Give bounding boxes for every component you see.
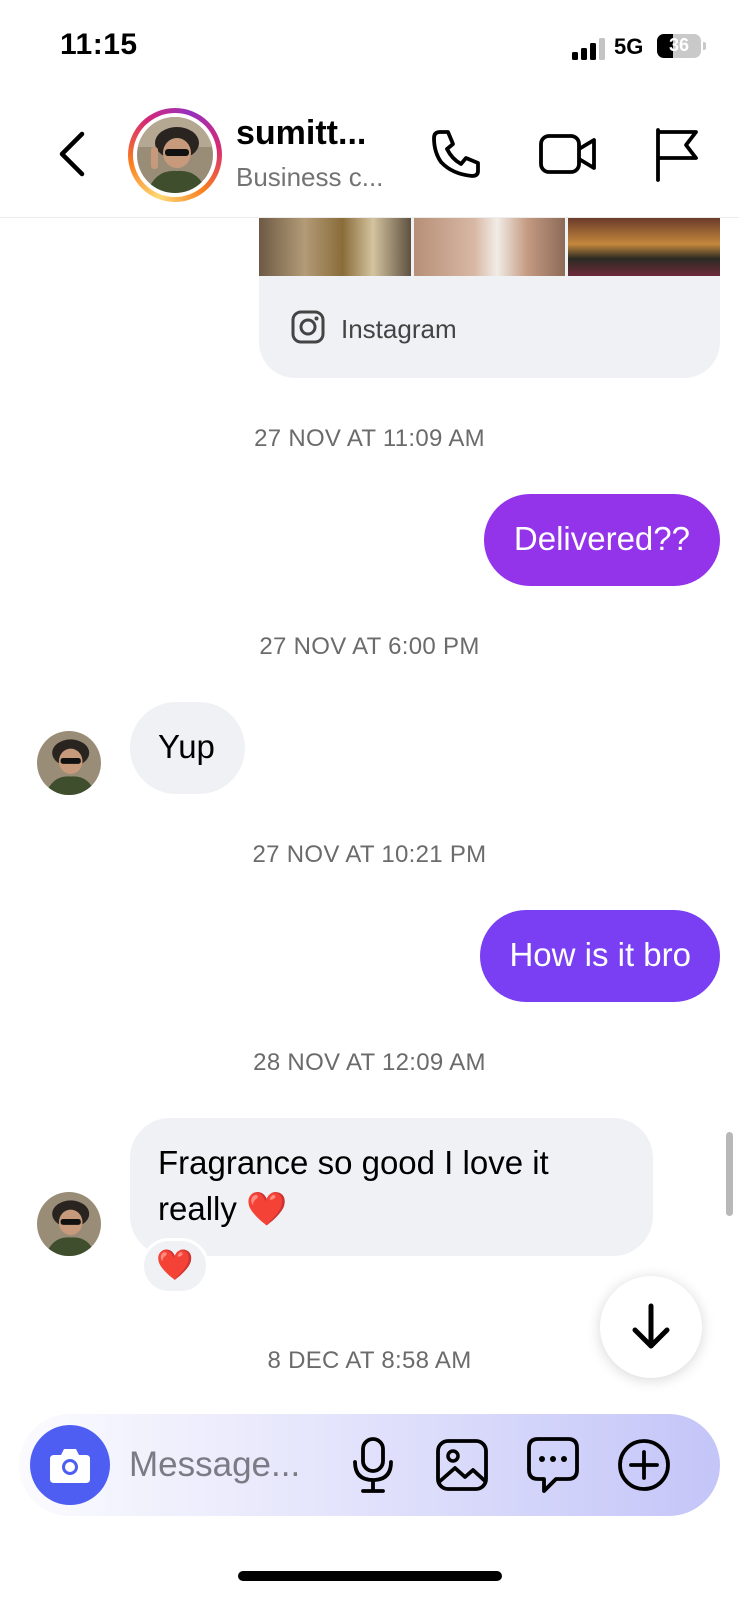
message-timestamp: 27 NOV AT 6:00 PM [259,633,480,660]
shared-post-card[interactable]: Instagram [259,218,720,378]
flag-icon[interactable] [652,126,700,182]
signal-icon [572,38,605,60]
message-composer [19,1414,720,1516]
network-label: 5G [614,34,644,59]
message-input[interactable] [129,1436,339,1494]
contact-avatar[interactable] [128,108,222,202]
message-timestamp: 28 NOV AT 12:09 AM [253,1049,486,1076]
thumbnail-image [568,218,720,276]
camera-button[interactable] [30,1425,110,1505]
battery-icon: 36 [657,34,701,58]
battery-cap [703,42,706,50]
chat-header: sumitt... Business c... [0,92,739,218]
back-icon[interactable] [54,128,90,180]
incoming-message[interactable]: Yup [130,702,245,794]
contact-name[interactable]: sumitt... [236,114,406,153]
thumbnail-image [413,218,566,276]
card-source-label: Instagram [341,314,457,344]
video-call-icon[interactable] [538,130,598,178]
contact-subtitle: Business c... [236,162,384,192]
outgoing-message[interactable]: How is it bro [480,910,720,1002]
gallery-icon[interactable] [435,1438,489,1492]
arrow-down-icon [632,1303,670,1349]
card-thumbnails [259,218,720,276]
sender-avatar[interactable] [37,1192,101,1256]
add-icon[interactable] [617,1438,671,1492]
battery-percent: 36 [668,35,690,55]
message-reaction[interactable]: ❤️ [141,1238,209,1294]
avatar-photo [137,117,213,193]
avatar-photo [37,1192,101,1256]
camera-icon [50,1449,90,1483]
message-timestamp: 27 NOV AT 11:09 AM [254,425,485,452]
scrollbar-thumb[interactable] [726,1132,733,1216]
call-icon[interactable] [428,126,484,182]
home-indicator [238,1571,502,1581]
sticker-icon[interactable] [526,1436,580,1494]
avatar-image [137,117,213,193]
avatar-photo [37,731,101,795]
scroll-to-bottom-button[interactable] [600,1276,702,1378]
mic-icon[interactable] [349,1436,397,1494]
outgoing-message[interactable]: Delivered?? [483,494,720,586]
instagram-icon [291,310,325,344]
incoming-message[interactable]: Fragrance so good I love it really ❤️ [130,1118,653,1256]
heart-reaction: ❤️ [156,1249,194,1282]
avatar-ring-inner [133,113,217,197]
thumbnail-image [259,218,411,276]
sender-avatar[interactable] [37,731,101,795]
status-bar: 11:15 5G 36 [0,0,739,90]
message-timestamp: 27 NOV AT 10:21 PM [252,841,487,868]
status-time: 11:15 [60,28,138,61]
